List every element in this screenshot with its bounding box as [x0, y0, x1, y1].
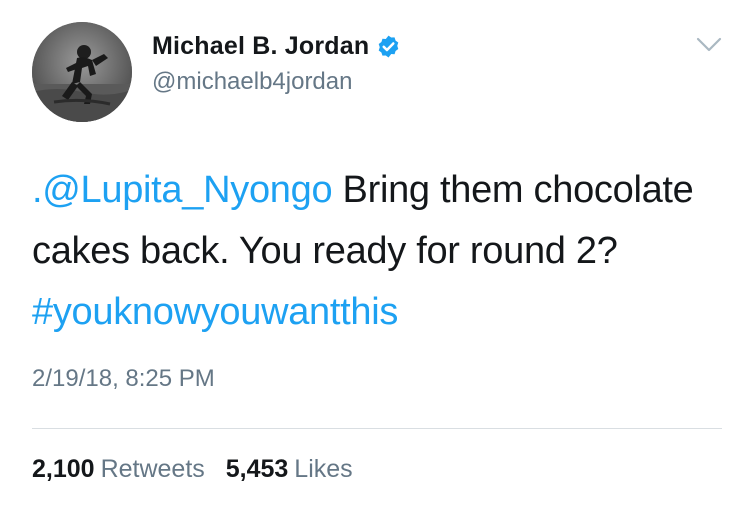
likes-label: Likes — [294, 455, 353, 483]
avatar[interactable] — [32, 22, 132, 122]
likes-count: 5,453 — [225, 455, 289, 483]
user-info: Michael B. Jordan @michaelb4jordan — [152, 30, 401, 96]
tweet-text: .@Lupita_Nyongo Bring them chocolate cak… — [32, 160, 722, 343]
tweet-stats: 2,100 Retweets 5,453 Likes — [32, 455, 367, 484]
tweet-card: Michael B. Jordan @michaelb4jordan .@Lup… — [0, 0, 750, 506]
mention-link[interactable]: .@Lupita_Nyongo — [32, 169, 333, 211]
verified-badge-icon — [376, 34, 401, 59]
name-row: Michael B. Jordan — [152, 30, 401, 62]
retweets-stat[interactable]: 2,100 Retweets — [32, 455, 205, 484]
avatar-photo-icon — [32, 22, 132, 122]
likes-stat[interactable]: 5,453 Likes — [226, 455, 353, 484]
display-name[interactable]: Michael B. Jordan — [152, 32, 369, 61]
tweet-timestamp[interactable]: 2/19/18, 8:25 PM — [32, 365, 215, 393]
user-handle[interactable]: @michaelb4jordan — [152, 68, 401, 96]
chevron-down-icon[interactable] — [696, 36, 722, 54]
divider — [32, 428, 722, 429]
retweets-label: Retweets — [100, 455, 205, 483]
hashtag-link[interactable]: #youknowyouwantthis — [32, 291, 398, 333]
retweets-count: 2,100 — [32, 455, 95, 483]
